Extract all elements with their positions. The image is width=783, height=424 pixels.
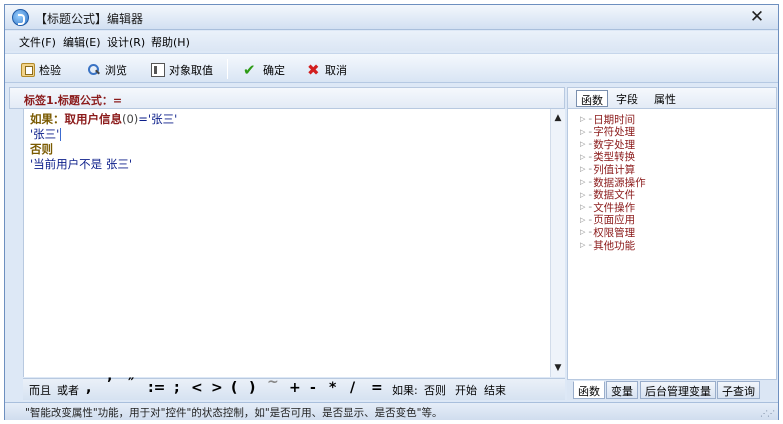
close-button[interactable]: ✕ [746, 6, 768, 28]
expand-arrow-icon[interactable]: ▷ [580, 203, 585, 211]
menu-design[interactable]: 设计(R) [107, 34, 145, 50]
tree-connector: - [588, 239, 593, 251]
tree-item-label: 其他功能 [593, 239, 636, 252]
tree-connector: - [588, 150, 593, 163]
op-minus[interactable]: - [310, 380, 316, 396]
op-less-than[interactable]: < [191, 380, 203, 396]
tab-properties[interactable]: 属性 [650, 90, 680, 107]
status-bar: "智能改变属性"功能，用于对"控件"的状态控制，如"是否可用、是否显示、是否变色… [5, 402, 778, 420]
op-assign[interactable]: := [148, 380, 165, 396]
tree-connector: - [588, 201, 593, 214]
formula-editor-window: 【标题公式】编辑器 ✕ 文件(F) 编辑(E) 设计(R) 帮助(H) 检验 浏… [4, 4, 779, 420]
expand-arrow-icon[interactable]: ▷ [580, 178, 585, 186]
resize-grip-icon[interactable]: ⋰⋰ [760, 409, 775, 418]
magnifier-icon [87, 63, 101, 77]
op-open-paren[interactable]: ( [231, 380, 237, 396]
app-icon [12, 9, 29, 26]
formula-target-label: 标签1.标题公式：= [24, 94, 123, 107]
text-caret [60, 128, 62, 141]
tree-connector: - [588, 226, 593, 239]
op-multiply[interactable]: * [329, 380, 336, 396]
check-button[interactable]: 检验 [21, 61, 61, 79]
menu-help[interactable]: 帮助(H) [151, 34, 190, 50]
cancel-label: 取消 [325, 64, 347, 77]
scroll-down-icon[interactable]: ▼ [551, 361, 565, 375]
toolbar-separator [227, 59, 228, 79]
op-else[interactable]: 否则 [424, 382, 446, 398]
expand-arrow-icon[interactable]: ▷ [580, 241, 585, 249]
code-line-2: '张三' [30, 127, 62, 141]
checkmark-icon: ✔ [243, 61, 256, 79]
title-bar[interactable]: 【标题公式】编辑器 ✕ [5, 5, 778, 30]
op-divide[interactable]: / [350, 380, 355, 396]
confirm-label: 确定 [263, 64, 285, 77]
tree-connector: - [588, 113, 593, 125]
tree-connector: - [588, 176, 593, 188]
op-single-quote[interactable]: ’ [107, 376, 112, 392]
btab-subquery[interactable]: 子查询 [717, 381, 760, 399]
tree-connector: - [588, 138, 593, 151]
tree-connector: - [588, 125, 593, 138]
tab-fields[interactable]: 字段 [612, 90, 642, 107]
expand-arrow-icon[interactable]: ▷ [580, 153, 585, 161]
op-equals[interactable]: = [371, 380, 383, 396]
op-or[interactable]: 或者 [57, 382, 79, 398]
btab-functions[interactable]: 函数 [573, 381, 605, 399]
operator-bar: 而且 或者 , ’ ″ := ; < > ( ) ~ + - * / = 如果:… [23, 374, 565, 400]
formula-label-bar: 标签1.标题公式：= [9, 87, 565, 109]
cancel-button[interactable]: ✖ 取消 [307, 61, 347, 79]
op-tilde[interactable]: ~ [267, 374, 279, 390]
expand-arrow-icon[interactable]: ▷ [580, 165, 585, 173]
op-comma[interactable]: , [86, 380, 91, 396]
object-icon [151, 63, 165, 77]
cross-icon: ✖ [307, 61, 320, 79]
op-end[interactable]: 结束 [484, 382, 506, 398]
menu-bar: 文件(F) 编辑(E) 设计(R) 帮助(H) [5, 31, 778, 51]
check-icon [21, 63, 35, 77]
function-tree: ▷ - 日期时间 ▷ - 字符处理 ▷ - 数字处理 ▷ - 类型转换 ▷ - 列值计算 ▷ - 数据源操作 ▷ - 数… [567, 109, 777, 379]
op-greater-than[interactable]: > [211, 380, 223, 396]
browse-label: 浏览 [105, 64, 127, 77]
op-semicolon[interactable]: ; [174, 380, 180, 396]
menu-file[interactable]: 文件(F) [19, 34, 56, 50]
btab-backend-variables[interactable]: 后台管理变量 [640, 381, 716, 399]
confirm-button[interactable]: ✔ 确定 [243, 61, 285, 79]
expand-arrow-icon[interactable]: ▷ [580, 216, 585, 224]
scroll-up-icon[interactable]: ▲ [551, 111, 565, 125]
toolbar: 检验 浏览 对象取值 ✔ 确定 ✖ 取消 [5, 53, 778, 83]
expand-arrow-icon[interactable]: ▷ [580, 228, 585, 236]
object-value-label: 对象取值 [169, 64, 213, 77]
tree-connector: - [588, 213, 593, 226]
expand-arrow-icon[interactable]: ▷ [580, 140, 585, 148]
tree-connector: - [588, 188, 593, 201]
op-double-quote[interactable]: ″ [128, 376, 134, 392]
browse-button[interactable]: 浏览 [87, 61, 127, 79]
window-title: 【标题公式】编辑器 [35, 12, 144, 26]
editor-scrollbar[interactable]: ▲ ▼ [550, 109, 565, 377]
code-line-1: 如果：取用户信息(0)='张三' [30, 112, 178, 126]
expand-arrow-icon[interactable]: ▷ [580, 191, 585, 199]
code-line-3: 否则 [30, 142, 53, 156]
object-value-button[interactable]: 对象取值 [151, 61, 213, 79]
btab-variables[interactable]: 变量 [606, 381, 638, 399]
right-panel-tabs: 函数 字段 属性 [567, 87, 777, 109]
op-if[interactable]: 如果: [392, 382, 418, 398]
op-plus[interactable]: + [289, 380, 301, 396]
code-line-4: '当前用户不是 张三' [30, 157, 132, 171]
formula-editor[interactable]: 如果：取用户信息(0)='张三' '张三' 否则 '当前用户不是 张三' [23, 109, 550, 377]
op-and[interactable]: 而且 [29, 382, 51, 398]
expand-arrow-icon[interactable]: ▷ [580, 115, 585, 123]
tree-item[interactable]: ▷ - 其他功能 [580, 239, 636, 252]
tab-functions[interactable]: 函数 [576, 90, 608, 107]
status-message: "智能改变属性"功能，用于对"控件"的状态控制，如"是否可用、是否显示、是否变色… [25, 407, 443, 419]
expand-arrow-icon[interactable]: ▷ [580, 128, 585, 136]
tree-connector: - [588, 163, 593, 176]
menu-edit[interactable]: 编辑(E) [63, 34, 101, 50]
op-close-paren[interactable]: ) [249, 380, 255, 396]
check-label: 检验 [39, 64, 61, 77]
bottom-tabs: 函数 变量 后台管理变量 子查询 [567, 379, 777, 400]
op-begin[interactable]: 开始 [455, 382, 477, 398]
